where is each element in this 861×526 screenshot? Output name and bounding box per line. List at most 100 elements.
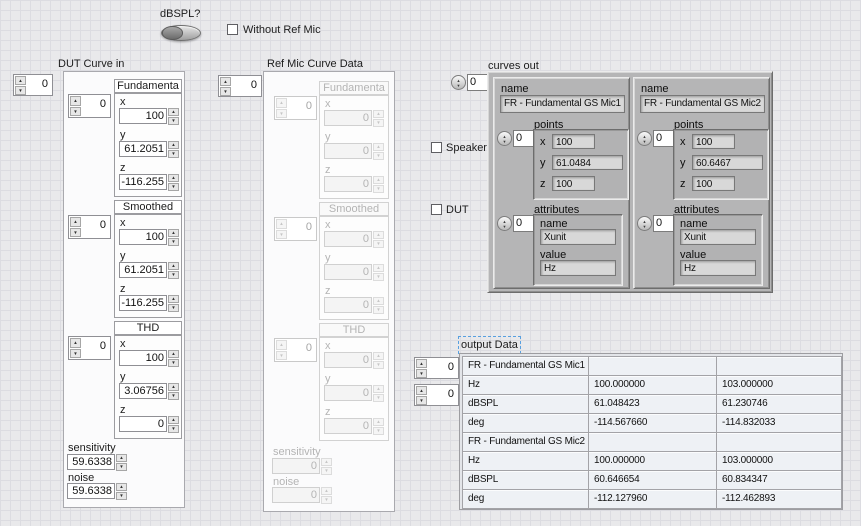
curves-out-index-value[interactable]: 0 <box>467 74 488 91</box>
sensitivity-value[interactable]: 59.6338 <box>67 454 115 470</box>
spinner-arrows-icon[interactable] <box>220 77 231 95</box>
attributes-index-spinner[interactable]: 0 <box>637 215 674 232</box>
switch-knob[interactable] <box>162 26 183 40</box>
x-value[interactable]: 100 <box>119 108 167 124</box>
x-field[interactable]: 100 <box>119 350 179 366</box>
z-label: z <box>120 162 126 174</box>
spinner-arrows-icon[interactable] <box>416 386 427 404</box>
spinner-arrows-icon[interactable] <box>168 141 179 157</box>
ref-smoothed-xyz-cluster: x 0 y 0 z 0 <box>319 216 389 320</box>
z-value[interactable]: -116.255 <box>119 295 167 311</box>
spinner-arrows-icon[interactable] <box>116 454 127 470</box>
x-field[interactable]: 100 <box>119 229 179 245</box>
spinner-arrows-icon <box>321 458 332 474</box>
y-value[interactable]: 3.06756 <box>119 383 167 399</box>
dbspl-toggle-switch[interactable] <box>161 25 201 41</box>
round-spinner-arrows-icon[interactable] <box>497 216 512 231</box>
x-label: x <box>325 98 331 110</box>
output-data-index1-value[interactable]: 0 <box>428 359 457 377</box>
points-index-value[interactable]: 0 <box>653 130 674 147</box>
spinner-arrows-icon[interactable] <box>168 108 179 124</box>
y-value[interactable]: 61.2051 <box>119 262 167 278</box>
points-index-spinner[interactable]: 0 <box>637 130 674 147</box>
ref-array-index-spinner[interactable]: 0 <box>218 75 262 97</box>
output-data-title[interactable]: output Data <box>461 339 518 351</box>
x-value[interactable]: 100 <box>119 350 167 366</box>
speaker-checkbox[interactable] <box>431 142 442 153</box>
z-field[interactable]: -116.255 <box>119 174 179 190</box>
z-value[interactable]: -116.255 <box>119 174 167 190</box>
points-cluster: x 100 y 60.6467 z 100 <box>673 129 769 200</box>
noise-value[interactable]: 59.6338 <box>67 483 115 499</box>
index-value[interactable]: 0 <box>82 96 109 116</box>
dut-smoothed-index-spinner[interactable]: 0 <box>68 215 111 239</box>
table-row-label: dBSPL <box>463 395 588 413</box>
round-spinner-arrows-icon[interactable] <box>497 131 512 146</box>
ref-thd-xyz-cluster: x 0 y 0 z 0 <box>319 337 389 441</box>
spinner-arrows-icon[interactable] <box>168 262 179 278</box>
output-data-index2-value[interactable]: 0 <box>428 386 457 404</box>
dut-thd-index-spinner[interactable]: 0 <box>68 336 111 360</box>
table-row-label: Hz <box>463 376 588 394</box>
z-field[interactable]: 0 <box>119 416 179 432</box>
noise-field[interactable]: 59.6338 <box>67 483 127 499</box>
z-value[interactable]: 0 <box>119 416 167 432</box>
points-index-value[interactable]: 0 <box>513 130 534 147</box>
index-value[interactable]: 0 <box>82 217 109 237</box>
spinner-arrows-icon <box>373 176 384 192</box>
x-value[interactable]: 100 <box>119 229 167 245</box>
round-spinner-arrows-icon[interactable] <box>637 216 652 231</box>
without-ref-mic-checkbox[interactable] <box>227 24 238 35</box>
spinner-arrows-icon[interactable] <box>168 229 179 245</box>
spinner-arrows-icon[interactable] <box>70 338 81 358</box>
x-indicator: 100 <box>692 134 735 149</box>
table-row-label: Hz <box>463 452 588 470</box>
dut-array-index-spinner[interactable]: 0 <box>13 74 53 96</box>
points-index-spinner[interactable]: 0 <box>497 130 534 147</box>
spinner-arrows-icon[interactable] <box>116 483 127 499</box>
z-field: 0 <box>324 418 384 434</box>
spinner-arrows-icon[interactable] <box>168 174 179 190</box>
ref-array-index-value[interactable]: 0 <box>232 77 260 95</box>
z-indicator: 100 <box>552 176 595 191</box>
ref-smoothed-header: Smoothed <box>319 202 389 216</box>
index-value[interactable]: 0 <box>82 338 109 358</box>
dut-fundamental-index-spinner[interactable]: 0 <box>68 94 111 118</box>
y-label: y <box>540 157 546 169</box>
curves-out-index-spinner[interactable]: 0 <box>451 74 488 91</box>
attr-value-indicator: Hz <box>540 260 616 276</box>
spinner-arrows-icon[interactable] <box>168 383 179 399</box>
dut-checkbox[interactable] <box>431 204 442 215</box>
y-field[interactable]: 61.2051 <box>119 262 179 278</box>
spinner-arrows-icon[interactable] <box>15 76 26 94</box>
spinner-arrows-icon <box>373 143 384 159</box>
table-cell <box>717 433 841 451</box>
sensitivity-field[interactable]: 59.6338 <box>67 454 127 470</box>
spinner-arrows-icon[interactable] <box>70 96 81 116</box>
y-value[interactable]: 61.2051 <box>119 141 167 157</box>
attributes-index-value[interactable]: 0 <box>653 215 674 232</box>
spinner-arrows-icon[interactable] <box>168 416 179 432</box>
attributes-index-value[interactable]: 0 <box>513 215 534 232</box>
output-data-index1-spinner[interactable]: 0 <box>414 357 459 379</box>
dut-curve-in-cluster: Fundamenta 0 x 100 y 61.2051 z -116.255 … <box>63 71 185 508</box>
spinner-arrows-icon[interactable] <box>168 295 179 311</box>
spinner-arrows-icon[interactable] <box>416 359 427 377</box>
y-field[interactable]: 61.2051 <box>119 141 179 157</box>
attributes-index-spinner[interactable]: 0 <box>497 215 534 232</box>
output-data-index2-spinner[interactable]: 0 <box>414 384 459 406</box>
y-field[interactable]: 3.06756 <box>119 383 179 399</box>
table-cell: -114.832033 <box>717 414 841 432</box>
spinner-arrows-icon <box>276 340 287 360</box>
z-field[interactable]: -116.255 <box>119 295 179 311</box>
spinner-arrows-icon[interactable] <box>168 350 179 366</box>
dut-array-index-value[interactable]: 0 <box>27 76 51 94</box>
round-spinner-arrows-icon[interactable] <box>637 131 652 146</box>
ref-fundamental-header: Fundamenta <box>319 81 389 95</box>
x-field[interactable]: 100 <box>119 108 179 124</box>
spinner-arrows-icon[interactable] <box>70 217 81 237</box>
round-spinner-arrows-icon[interactable] <box>451 75 466 90</box>
table-cell: 103.000000 <box>717 376 841 394</box>
x-label: x <box>540 136 546 148</box>
table-cell: 60.646654 <box>589 471 716 489</box>
